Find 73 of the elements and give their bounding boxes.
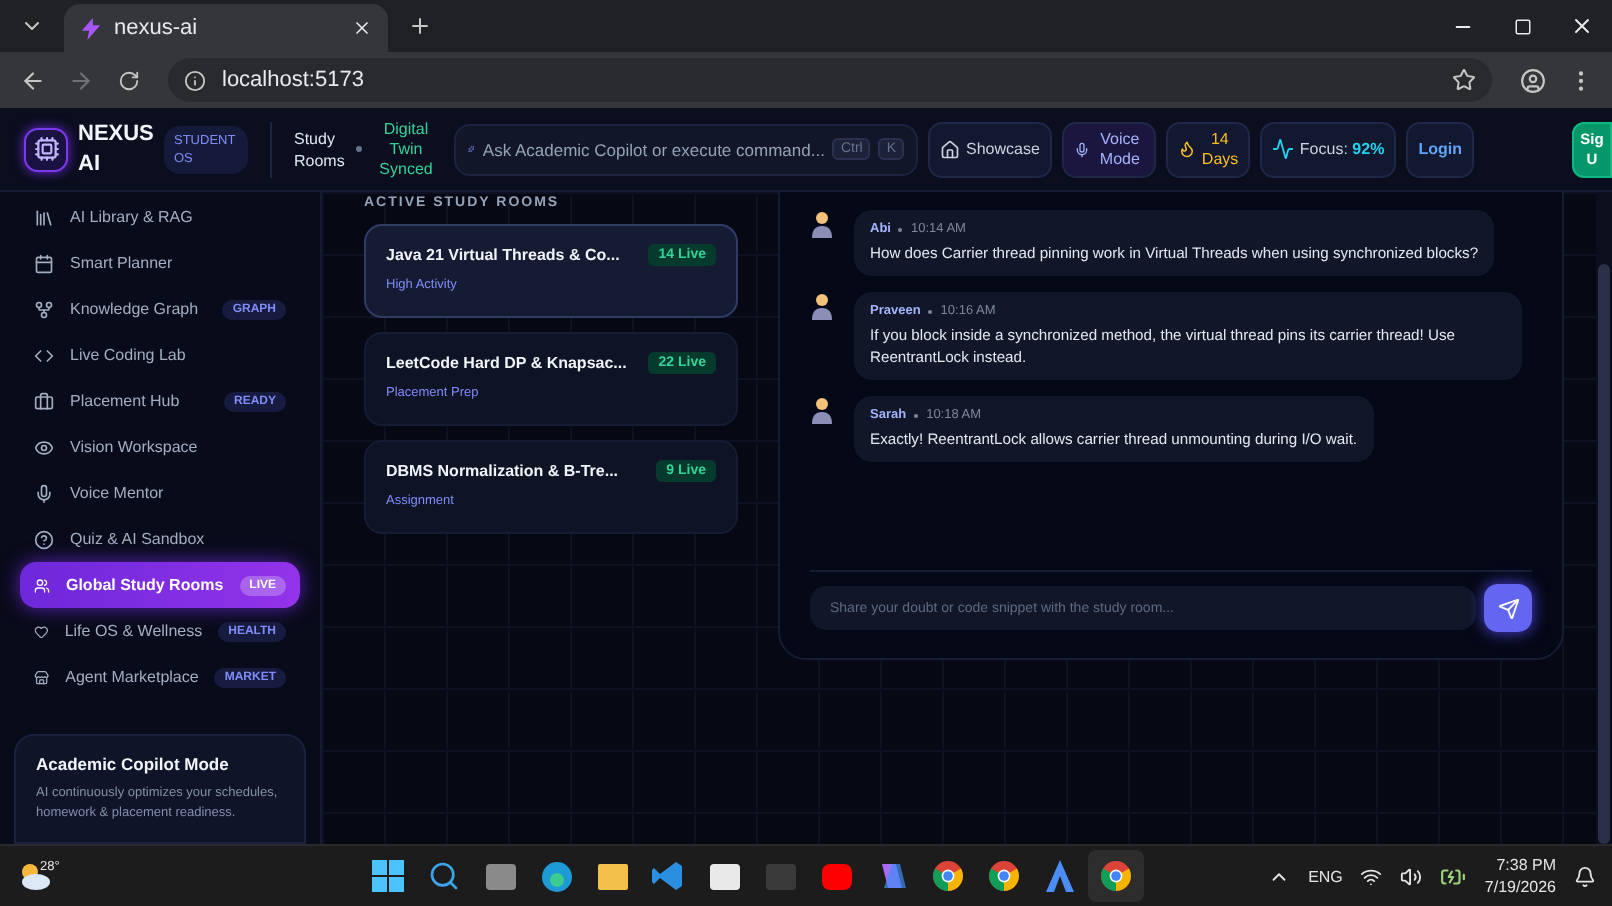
send-icon bbox=[1497, 597, 1519, 619]
send-button[interactable] bbox=[1484, 584, 1532, 632]
browser-tab[interactable]: nexus-ai bbox=[64, 4, 388, 52]
triangle-app-icon[interactable] bbox=[1046, 860, 1074, 892]
sidebar-item[interactable]: Live Coding Lab bbox=[20, 332, 300, 378]
room-title: Java 21 Virtual Threads & Co... bbox=[386, 246, 620, 264]
briefcase-icon bbox=[34, 391, 54, 411]
flame-icon bbox=[1177, 140, 1196, 158]
book-icon bbox=[34, 207, 54, 227]
separator-dot bbox=[356, 146, 362, 152]
code-editor-icon[interactable] bbox=[652, 860, 684, 892]
language-indicator[interactable]: ENG bbox=[1308, 867, 1343, 885]
people-icon bbox=[34, 575, 50, 595]
chrome-browser-icon[interactable] bbox=[988, 860, 1020, 892]
tab-title: nexus-ai bbox=[114, 16, 200, 40]
speaker-icon[interactable] bbox=[1400, 865, 1423, 887]
brand-name: NEXUS AI bbox=[78, 119, 154, 179]
sidebar-item[interactable]: AI Library & RAG bbox=[20, 194, 300, 240]
voice-button[interactable]: Voice Mode bbox=[1061, 121, 1156, 177]
back-icon[interactable] bbox=[19, 67, 45, 93]
close-icon[interactable] bbox=[352, 18, 372, 38]
eye-icon bbox=[34, 437, 54, 457]
heart-icon bbox=[34, 621, 49, 641]
streak-button[interactable]: 14 Days bbox=[1165, 121, 1250, 177]
windows-start-icon[interactable] bbox=[372, 860, 404, 892]
sidebar-item[interactable]: Vision Workspace bbox=[20, 424, 300, 470]
address-bar[interactable]: localhost:5173 bbox=[168, 58, 1492, 102]
code-icon bbox=[34, 345, 54, 365]
person-avatar-icon bbox=[810, 292, 834, 320]
sidebar-item[interactable]: Voice Mentor bbox=[20, 470, 300, 516]
clock-date[interactable]: 7/19/2026 bbox=[1484, 876, 1556, 898]
sync-status: Digital Twin Synced bbox=[377, 119, 435, 179]
branch-icon bbox=[34, 299, 54, 319]
clock-time[interactable]: 7:38 PM bbox=[1496, 854, 1556, 876]
showcase-button[interactable]: Showcase bbox=[928, 121, 1052, 177]
battery-icon[interactable] bbox=[1440, 863, 1467, 889]
login-button[interactable]: Login bbox=[1406, 121, 1474, 177]
card-title: Academic Copilot Mode bbox=[36, 754, 231, 774]
bolt-icon bbox=[80, 17, 102, 39]
microphone-icon bbox=[34, 483, 54, 503]
sidebar-item[interactable]: Quiz & AI Sandbox bbox=[20, 516, 300, 562]
home-icon bbox=[940, 139, 960, 159]
calendar-icon bbox=[34, 253, 54, 273]
edge-browser-icon[interactable] bbox=[539, 859, 573, 893]
forward-icon[interactable] bbox=[67, 67, 93, 93]
star-icon[interactable] bbox=[1452, 68, 1476, 92]
separator-dot bbox=[928, 309, 933, 313]
room-title: DBMS Normalization & B-Tre... bbox=[386, 462, 619, 480]
pulse-icon bbox=[1271, 138, 1294, 160]
sidebar-item[interactable]: Smart Planner bbox=[20, 240, 300, 286]
chip-logo-icon bbox=[24, 127, 68, 171]
person-avatar-icon bbox=[810, 210, 834, 238]
search-icon[interactable] bbox=[428, 860, 460, 892]
separator-dot bbox=[898, 227, 903, 231]
help-icon bbox=[34, 529, 54, 549]
separator-dot bbox=[914, 413, 919, 417]
reload-icon[interactable] bbox=[117, 69, 139, 91]
microphone-icon bbox=[1073, 141, 1090, 157]
store-icon bbox=[34, 667, 50, 687]
chrome-browser-icon[interactable] bbox=[1100, 860, 1132, 892]
chrome-browser-icon[interactable] bbox=[932, 860, 964, 892]
close-icon[interactable] bbox=[1570, 14, 1594, 38]
info-icon bbox=[184, 69, 206, 91]
page-title: Study Rooms bbox=[294, 127, 346, 171]
wifi-icon[interactable] bbox=[1360, 865, 1383, 887]
profile-icon[interactable] bbox=[1519, 67, 1545, 93]
room-title: LeetCode Hard DP & Knapsac... bbox=[386, 354, 627, 372]
restore-icon[interactable] bbox=[1513, 17, 1531, 35]
person-avatar-icon bbox=[810, 396, 834, 424]
copilot-icon[interactable] bbox=[876, 860, 908, 892]
focus-button[interactable]: Focus: 92% bbox=[1259, 121, 1397, 177]
notification-icon[interactable] bbox=[1574, 865, 1596, 887]
scrollbar[interactable] bbox=[1596, 192, 1612, 844]
